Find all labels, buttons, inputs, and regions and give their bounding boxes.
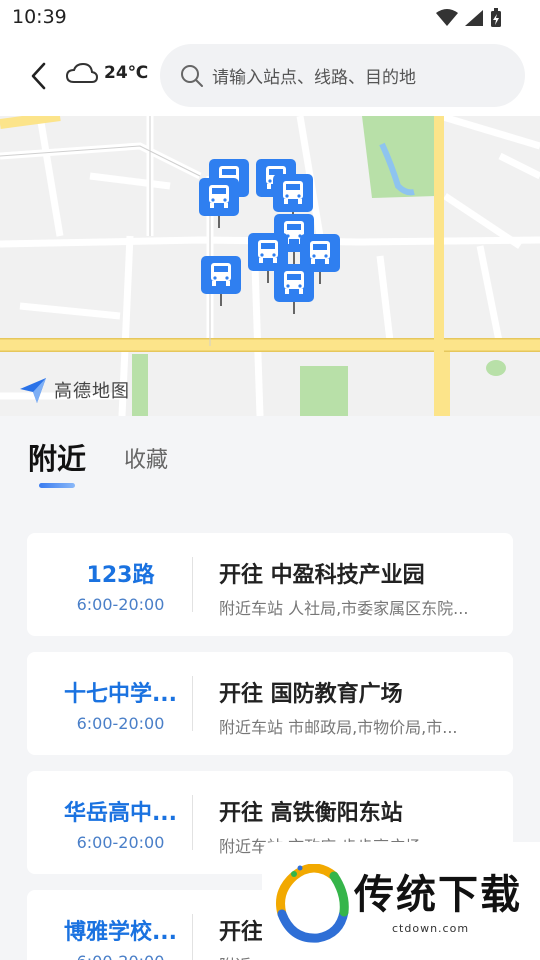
route-name: 博雅学校... (63, 920, 178, 945)
wifi-icon (436, 9, 458, 26)
bus-stop-marker[interactable] (274, 264, 314, 314)
status-bar: 10:39 (0, 0, 540, 36)
search-icon (181, 64, 203, 87)
bus-stop-marker[interactable] (199, 178, 239, 228)
watermark-subtitle: ctdown.com (392, 922, 470, 935)
tab-nearby[interactable]: 附近 (28, 436, 86, 478)
signal-icon (465, 10, 483, 26)
amap-logo-text: 高德地图 (54, 381, 130, 402)
route-hours: 6:00-20:00 (76, 595, 165, 614)
status-time: 10:39 (12, 6, 67, 28)
card-divider (192, 557, 193, 612)
watermark-overlay: 传统下载 ctdown.com (262, 842, 540, 960)
route-card[interactable]: 123路 6:00-20:00 开往 中盈科技产业园 附近车站 人社局,市委家属… (27, 533, 513, 636)
status-icons (436, 8, 502, 28)
amap-logo: 高德地图 (18, 376, 130, 404)
route-hours: 6:00-20:00 (76, 714, 165, 733)
card-divider (192, 676, 193, 731)
bus-stop-marker[interactable] (201, 256, 241, 306)
route-name: 华岳高中... (63, 801, 178, 826)
top-bar: 24℃ 请输入站点、线路、目的地 (0, 36, 540, 116)
card-divider (192, 914, 193, 960)
search-placeholder: 请输入站点、线路、目的地 (212, 68, 416, 88)
cloud-icon (66, 62, 98, 83)
route-hours: 6:00-20:00 (76, 833, 165, 852)
back-button[interactable] (22, 58, 54, 94)
tab-favorites[interactable]: 收藏 (124, 442, 168, 474)
amap-arrow-icon (20, 378, 46, 403)
weather-widget[interactable]: 24℃ (66, 62, 148, 84)
route-destination: 开往 中盈科技产业园 (219, 563, 425, 588)
route-destination: 开往 高铁衡阳东站 (219, 801, 403, 826)
route-nearby-stops: 附近车站 人社局,市委家属区东院... (219, 599, 469, 618)
tab-bar: 附近 收藏 (0, 416, 540, 516)
watermark-title: 传统下载 (354, 872, 522, 918)
route-hours: 6:00-20:00 (39, 952, 202, 960)
battery-icon (491, 8, 501, 27)
route-name: 十七中学... (63, 682, 178, 707)
back-arrow-icon (31, 62, 46, 90)
map-view[interactable]: 高德地图 (0, 116, 540, 416)
route-name: 123路 (86, 563, 155, 588)
watermark-logo-icon (276, 864, 349, 943)
route-card[interactable]: 十七中学... 6:00-20:00 开往 国防教育广场 附近车站 市邮政局,市… (27, 652, 513, 755)
card-divider (192, 795, 193, 850)
weather-temp: 24℃ (104, 63, 149, 83)
route-nearby-stops: 附近车站 市邮政局,市物价局,市... (219, 718, 458, 737)
route-destination: 开往 国防教育广场 (219, 682, 403, 707)
search-input[interactable]: 请输入站点、线路、目的地 (160, 44, 525, 107)
tab-active-indicator (39, 483, 75, 488)
